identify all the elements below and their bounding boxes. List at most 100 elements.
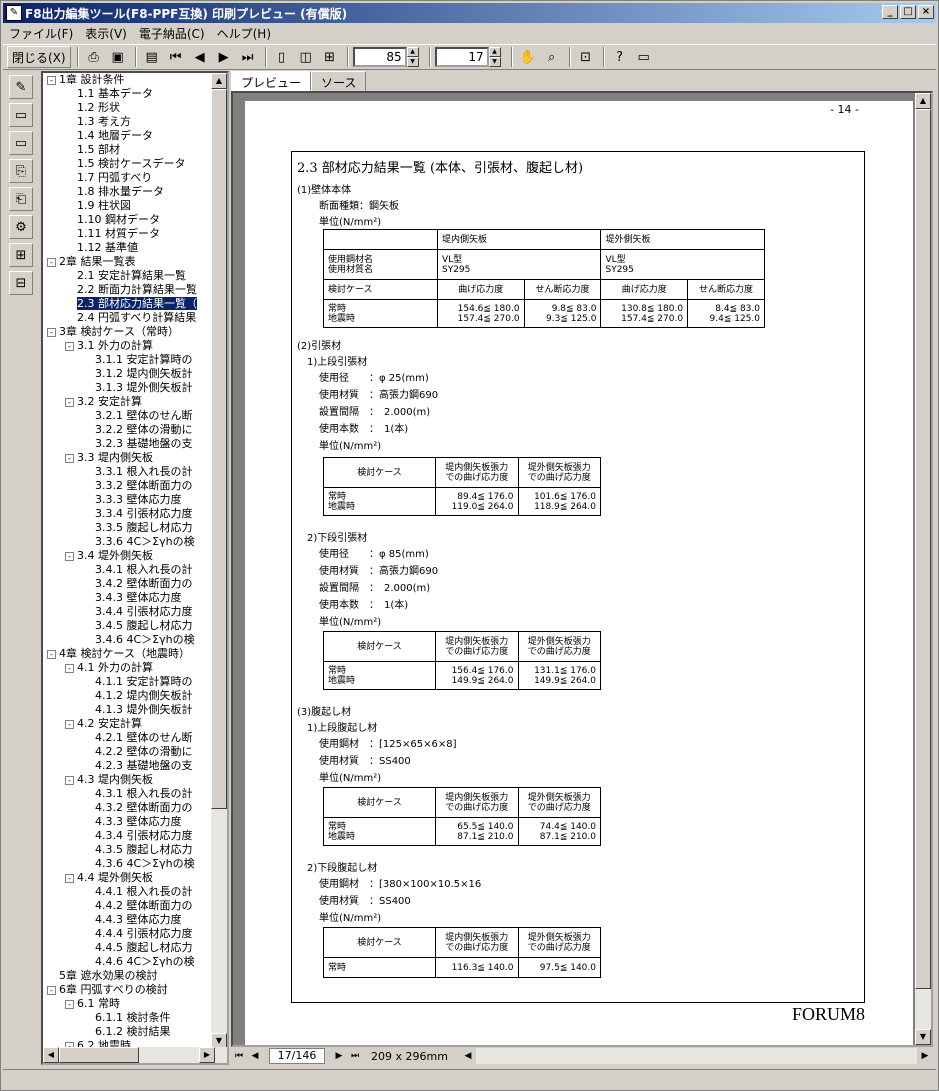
settings-icon[interactable]: ⚙ bbox=[9, 215, 33, 239]
tree-item[interactable]: 3.4.5 腹起し材応力 bbox=[43, 619, 215, 633]
tree-item[interactable]: 3.1.3 堤外側矢板計 bbox=[43, 381, 215, 395]
tree-item[interactable]: 4.4.2 壁体断面力の bbox=[43, 899, 215, 913]
delete-icon[interactable]: ▭ bbox=[9, 131, 33, 155]
tree-hscroll-thumb[interactable] bbox=[59, 1047, 139, 1063]
scroll-up-icon[interactable]: ▲ bbox=[211, 73, 227, 89]
tree-item[interactable]: 1.1 基本データ bbox=[43, 87, 215, 101]
tree-collapse-toggle-icon[interactable]: - bbox=[65, 453, 74, 463]
two-page-icon[interactable]: ◫ bbox=[295, 46, 317, 68]
tree-item[interactable]: 1.9 柱状図 bbox=[43, 199, 215, 213]
first-page-icon[interactable]: ⏮ bbox=[231, 1048, 247, 1064]
tree-item[interactable]: 4.1.2 堤内側矢板計 bbox=[43, 689, 215, 703]
table-of-contents-tree[interactable]: -1章 設計条件 1.1 基本データ 1.2 形状 1.3 考え方 1.4 地層データ 1… bbox=[41, 71, 229, 1065]
tree-item[interactable]: -3.1 外力の計算 bbox=[43, 339, 215, 353]
menu-help[interactable]: ヘルプ(H) bbox=[211, 25, 277, 42]
tree-item[interactable]: 4.3.1 根入れ長の計 bbox=[43, 787, 215, 801]
tree-item[interactable]: 3.4.6 4C＞Σγhの検 bbox=[43, 633, 215, 647]
multi-page-icon[interactable]: ⊞ bbox=[319, 46, 341, 68]
scroll-left-icon[interactable]: ◀ bbox=[460, 1048, 476, 1064]
tree-item[interactable]: 3.3.6 4C＞Σγhの検 bbox=[43, 535, 215, 549]
tree-collapse-toggle-icon[interactable]: - bbox=[47, 75, 56, 85]
tree-item[interactable]: 4.4.5 腹起し材応力 bbox=[43, 941, 215, 955]
tree-vertical-scrollbar[interactable]: ▲ ▼ bbox=[211, 73, 227, 1049]
tree-item[interactable]: 2.1 安定計算結果一覧 bbox=[43, 269, 215, 283]
tree-item[interactable]: -6.1 常時 bbox=[43, 997, 215, 1011]
tree-item[interactable]: 4.2.1 壁体のせん断 bbox=[43, 731, 215, 745]
preview-vertical-scrollbar[interactable]: ▲ ▼ bbox=[915, 93, 931, 1045]
tree-collapse-toggle-icon[interactable]: - bbox=[65, 341, 74, 351]
page-input[interactable]: 17 bbox=[434, 47, 489, 67]
tree-item[interactable]: -6章 円弧すべりの検討 bbox=[43, 983, 215, 997]
single-page-icon[interactable]: ▯ bbox=[271, 46, 293, 68]
tree-item[interactable]: 4.4.3 壁体応力度 bbox=[43, 913, 215, 927]
tab-preview[interactable]: プレビュー bbox=[231, 71, 312, 91]
tree-item[interactable]: 3.4.4 引張材応力度 bbox=[43, 605, 215, 619]
tree-item[interactable]: 1.5 検討ケースデータ bbox=[43, 157, 215, 171]
tree-item[interactable]: 3.1.1 安定計算時の bbox=[43, 353, 215, 367]
zoom-input[interactable]: 85 bbox=[352, 47, 407, 67]
next-page-icon[interactable]: ▶ bbox=[331, 1048, 347, 1064]
prev-page-icon[interactable]: ◀ bbox=[189, 46, 211, 68]
tree-item[interactable]: 1.10 鋼材データ bbox=[43, 213, 215, 227]
last-page-icon[interactable]: ⏭ bbox=[347, 1048, 363, 1064]
tree-item[interactable]: 3.4.1 根入れ長の計 bbox=[43, 563, 215, 577]
zoom-up-arrow-icon[interactable]: ▲ bbox=[406, 47, 419, 57]
scroll-down-icon[interactable]: ▼ bbox=[915, 1029, 931, 1045]
tree-item[interactable]: -3.3 堤内側矢板 bbox=[43, 451, 215, 465]
paste-icon[interactable]: ⎗ bbox=[9, 187, 33, 211]
menu-electronic-delivery[interactable]: 電子納品(C) bbox=[133, 25, 211, 42]
fit-page-icon[interactable]: ⊡ bbox=[575, 46, 597, 68]
tree-item[interactable]: 4.1.3 堤外側矢板計 bbox=[43, 703, 215, 717]
page-up-arrow-icon[interactable]: ▲ bbox=[488, 47, 501, 57]
close-window-button[interactable]: × bbox=[918, 5, 934, 19]
tree-item[interactable]: 3.2.2 壁体の滑動に bbox=[43, 423, 215, 437]
tree-item[interactable]: 3.1.2 堤内側矢板計 bbox=[43, 367, 215, 381]
scroll-left-icon[interactable]: ◀ bbox=[43, 1047, 59, 1063]
magnifier-icon[interactable]: ⌕ bbox=[541, 46, 563, 68]
tree-collapse-toggle-icon[interactable]: - bbox=[47, 649, 56, 659]
tree-horizontal-scrollbar[interactable]: ◀ ▶ bbox=[43, 1047, 227, 1063]
tree-item[interactable]: 3.2.3 基礎地盤の支 bbox=[43, 437, 215, 451]
preview-scroll-thumb[interactable] bbox=[915, 109, 931, 989]
tree-item[interactable]: -4.4 堤外側矢板 bbox=[43, 871, 215, 885]
tree-item[interactable]: -4.1 外力の計算 bbox=[43, 661, 215, 675]
tree-item[interactable]: 4.3.6 4C＞Σγhの検 bbox=[43, 857, 215, 871]
scroll-up-icon[interactable]: ▲ bbox=[915, 93, 931, 109]
about-icon[interactable]: ▭ bbox=[633, 46, 655, 68]
zoom-spinner[interactable]: 85 ▲ ▼ bbox=[352, 47, 419, 67]
tree-item[interactable]: 3.3.3 壁体応力度 bbox=[43, 493, 215, 507]
edit-pencil-icon[interactable]: ✎ bbox=[9, 75, 33, 99]
next-page-icon[interactable]: ▶ bbox=[213, 46, 235, 68]
tree-item[interactable]: 1.3 考え方 bbox=[43, 115, 215, 129]
tree-item[interactable]: -4.3 堤内側矢板 bbox=[43, 773, 215, 787]
print-icon[interactable]: ⎙ bbox=[83, 46, 105, 68]
prev-page-icon[interactable]: ◀ bbox=[247, 1048, 263, 1064]
page-setup-icon[interactable]: ▤ bbox=[141, 46, 163, 68]
tree-item[interactable]: 6.1.2 検討結果 bbox=[43, 1025, 215, 1039]
copy-icon[interactable]: ⎘ bbox=[9, 159, 33, 183]
tree-collapse-toggle-icon[interactable]: - bbox=[47, 985, 56, 995]
tree-item[interactable]: 4.4.1 根入れ長の計 bbox=[43, 885, 215, 899]
first-page-icon[interactable]: ⏮ bbox=[165, 46, 187, 68]
tree-item[interactable]: 2.2 断面力計算結果一覧 bbox=[43, 283, 215, 297]
tree-item[interactable]: 2.4 円弧すべり計算結果 bbox=[43, 311, 215, 325]
page-counter[interactable]: 17/146 bbox=[269, 1048, 325, 1064]
tree-item[interactable]: 2.3 部材応力結果一覧（ bbox=[43, 297, 215, 311]
tree-item[interactable]: 3.3.2 壁体断面力の bbox=[43, 479, 215, 493]
tree-item[interactable]: 4.2.2 壁体の滑動に bbox=[43, 745, 215, 759]
close-button[interactable]: 閉じる(X) bbox=[7, 46, 71, 68]
tree-item[interactable]: 4.3.3 壁体応力度 bbox=[43, 815, 215, 829]
tree-collapse-icon[interactable]: ⊟ bbox=[9, 271, 33, 295]
menu-file[interactable]: ファイル(F) bbox=[3, 25, 79, 42]
tree-item[interactable]: 1.2 形状 bbox=[43, 101, 215, 115]
zoom-down-arrow-icon[interactable]: ▼ bbox=[406, 57, 419, 67]
tree-item[interactable]: 3.3.4 引張材応力度 bbox=[43, 507, 215, 521]
tree-collapse-toggle-icon[interactable]: - bbox=[65, 775, 74, 785]
preview-horizontal-scrollbar[interactable] bbox=[475, 1048, 917, 1064]
tree-item[interactable]: -2章 結果一覧表 bbox=[43, 255, 215, 269]
tree-collapse-toggle-icon[interactable]: - bbox=[65, 873, 74, 883]
tree-item[interactable]: 6.1.1 検討条件 bbox=[43, 1011, 215, 1025]
minimize-button[interactable]: _ bbox=[882, 5, 898, 19]
tree-item[interactable]: 4.3.5 腹起し材応力 bbox=[43, 843, 215, 857]
tree-item[interactable]: -3.4 堤外側矢板 bbox=[43, 549, 215, 563]
